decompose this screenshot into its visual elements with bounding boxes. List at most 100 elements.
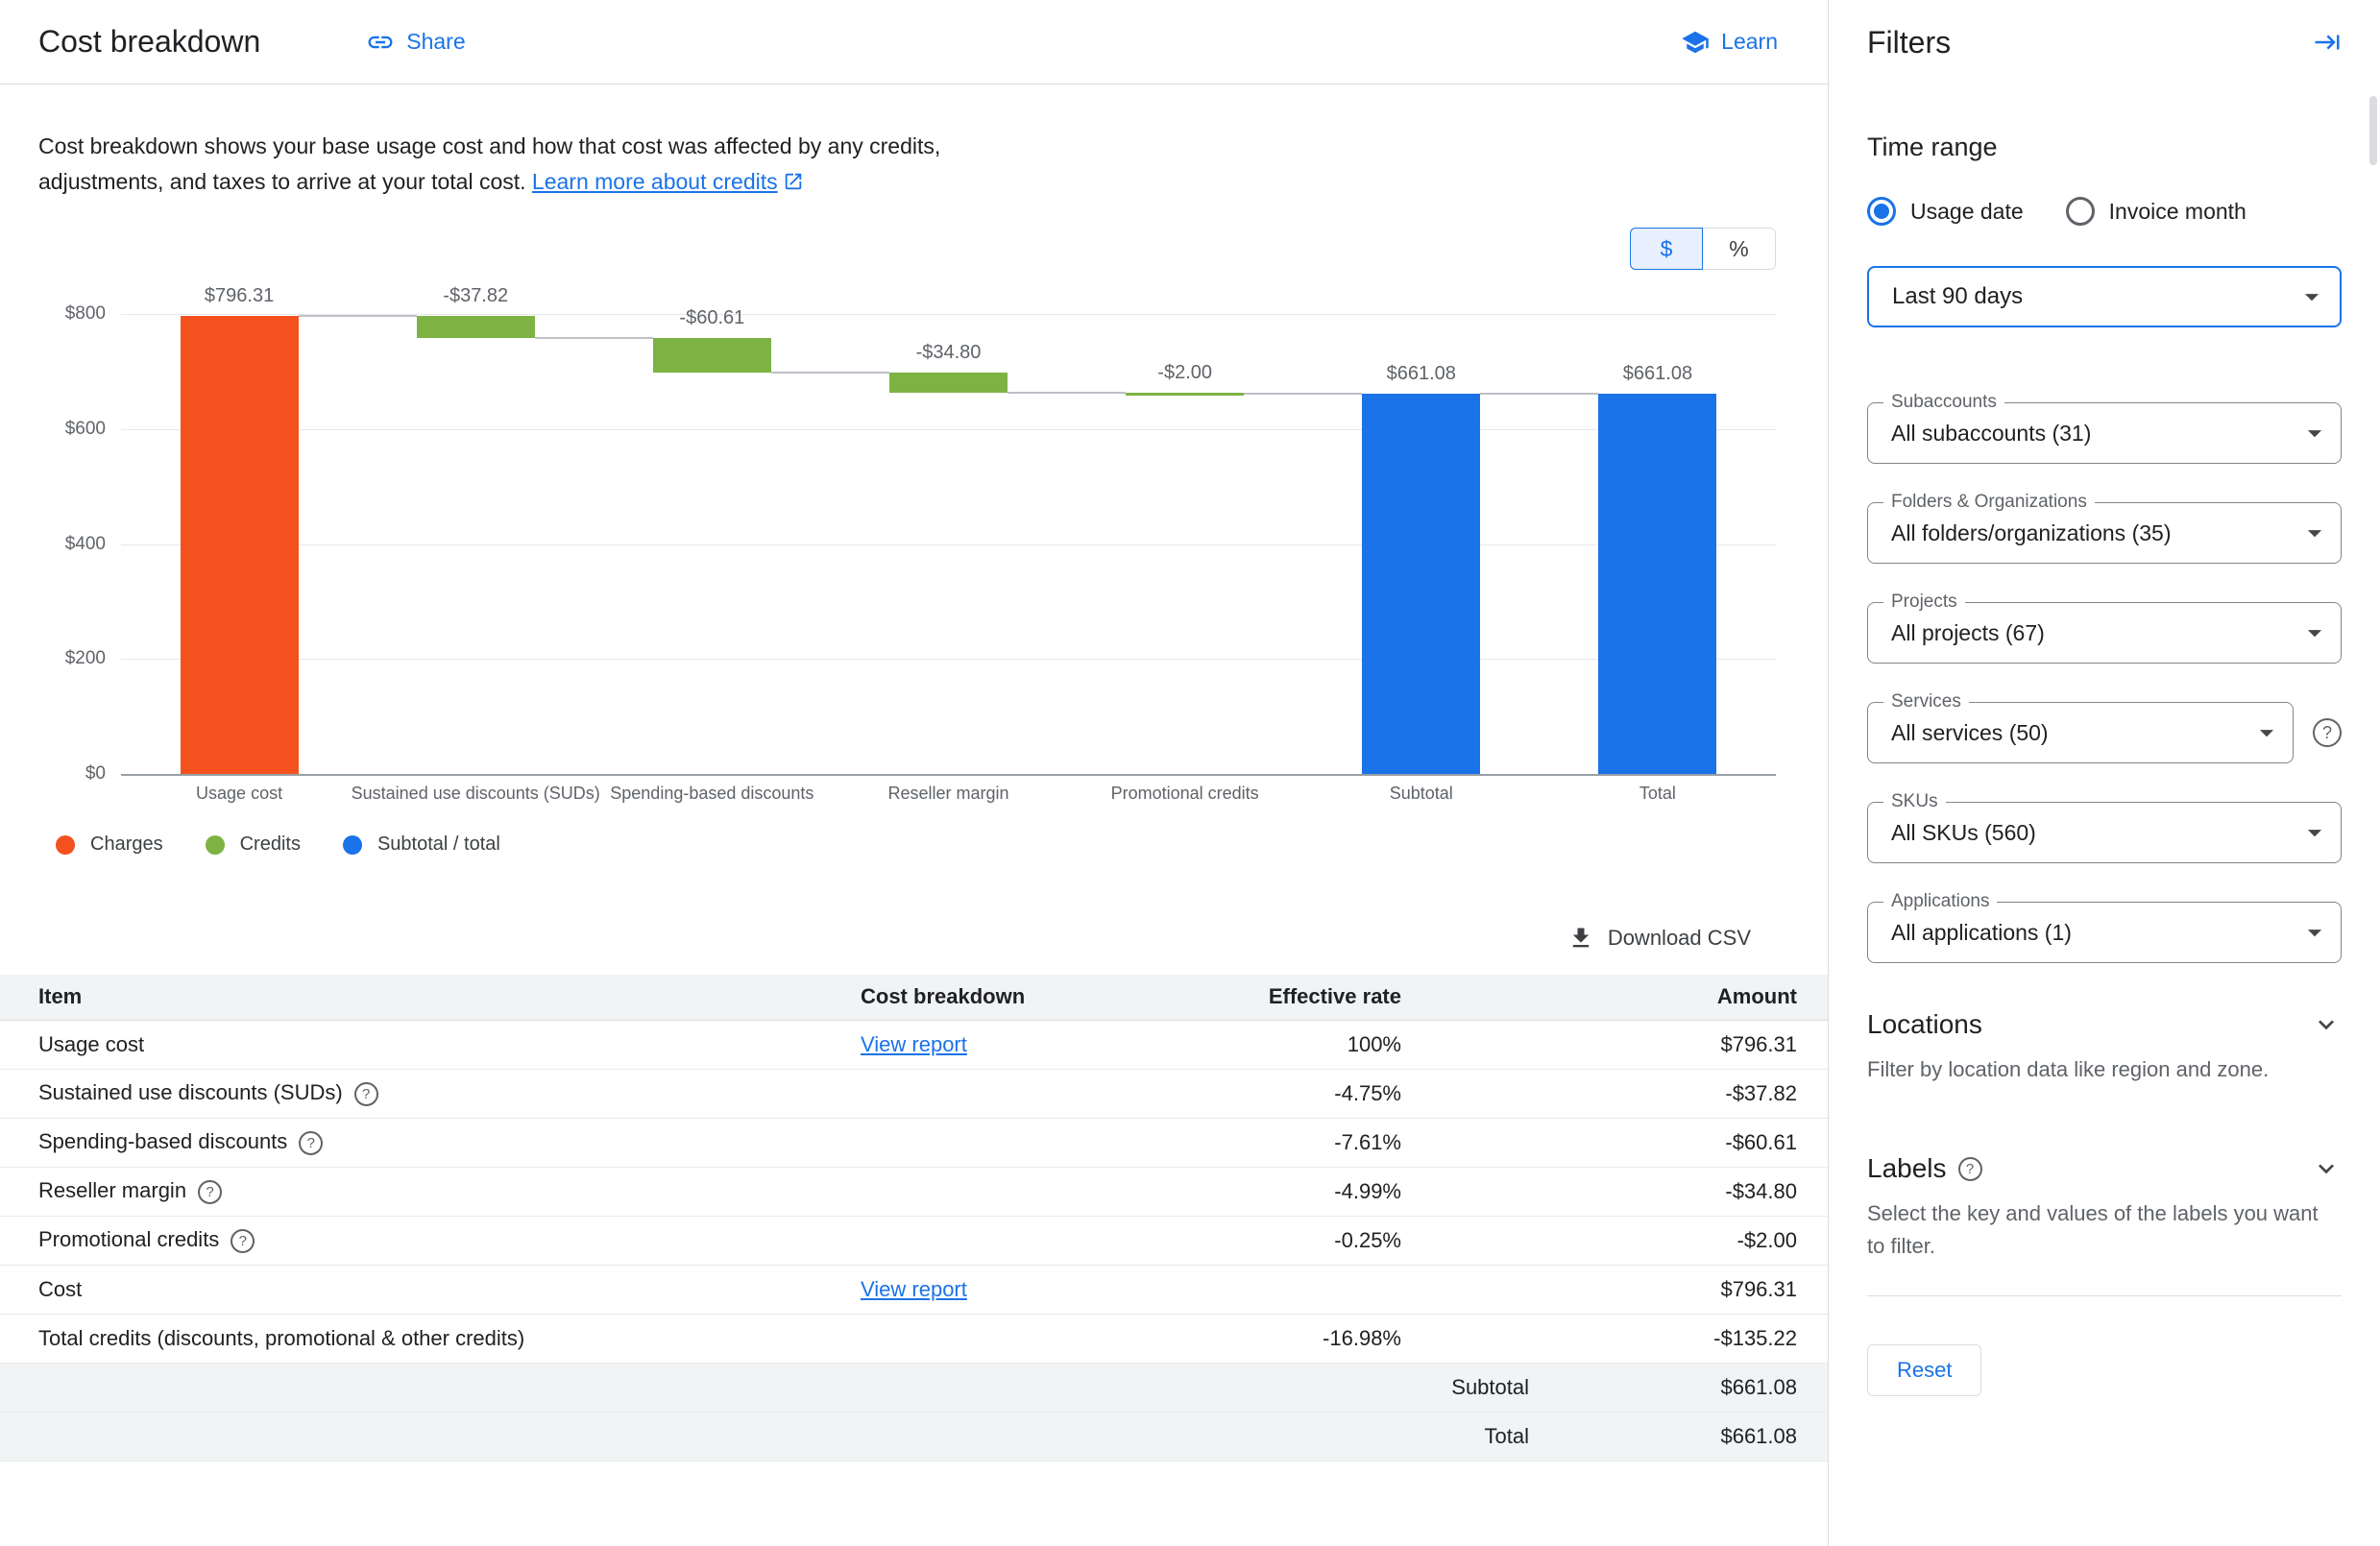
x-axis-label: Usage cost [196, 784, 282, 804]
radio-invoice-month[interactable]: Invoice month [2066, 197, 2246, 226]
learn-icon [1681, 28, 1710, 57]
dollar-toggle-button[interactable]: $ [1630, 228, 1703, 270]
sustained-use-discounts-suds-help-icon[interactable]: ? [354, 1082, 378, 1106]
time-range-radios: Usage date Invoice month [1867, 197, 2342, 226]
gridline [121, 774, 1776, 776]
table-row: CostView report$796.31 [0, 1265, 1828, 1314]
download-icon [1567, 925, 1594, 952]
view-report-link[interactable]: View report [861, 1032, 967, 1056]
radio-usage-date[interactable]: Usage date [1867, 197, 2024, 226]
labels-help-icon[interactable]: ? [1958, 1157, 1982, 1181]
field-label: Subaccounts [1883, 392, 2004, 413]
time-range-heading: Time range [1867, 133, 2342, 162]
reseller-margin-help-icon[interactable]: ? [198, 1180, 222, 1204]
radio-icon [1867, 197, 1896, 226]
main-content: Cost breakdown Share Learn Cost breakdow… [0, 0, 1828, 1546]
collapse-panel-icon[interactable] [2313, 28, 2342, 57]
bar-promotional-credits[interactable] [1126, 393, 1244, 396]
report-cell [861, 1314, 1149, 1363]
filters-header: Filters [1867, 0, 2342, 85]
learn-button[interactable]: Learn [1681, 28, 1778, 57]
dropdown-caret-icon [2295, 280, 2328, 313]
table-row: Spending-based discounts? -7.61%-$60.61 [0, 1118, 1828, 1167]
report-cell [861, 1118, 1149, 1167]
filter-field-subaccounts[interactable]: SubaccountsAll subaccounts (31) [1867, 402, 2342, 464]
view-report-link[interactable]: View report [861, 1277, 967, 1301]
y-axis-tick: $400 [65, 534, 106, 555]
legend-item: Subtotal / total [343, 833, 500, 856]
table-header-cost-breakdown: Cost breakdown [861, 975, 1149, 1020]
item-label: Promotional credits [38, 1227, 219, 1251]
locations-section[interactable]: Locations [1867, 1009, 2342, 1040]
item-label: Spending-based discounts [38, 1129, 287, 1153]
radio-icon [2066, 197, 2095, 226]
item-label: Sustained use discounts (SUDs) [38, 1080, 343, 1104]
amount-cell: $796.31 [1401, 1020, 1828, 1069]
bar-value-label: -$60.61 [606, 307, 817, 329]
filter-field-row: ApplicationsAll applications (1) [1867, 902, 2342, 963]
rate-cell: -7.61% [1149, 1118, 1401, 1167]
table-header-amount: Amount [1401, 975, 1828, 1020]
scrollbar-thumb[interactable] [2369, 96, 2377, 165]
bar-sustained-use-discounts-suds[interactable] [417, 316, 535, 338]
filter-field-services[interactable]: ServicesAll services (50) [1867, 702, 2294, 763]
group-amount: $661.08 [1529, 1375, 1828, 1400]
download-csv-button[interactable]: Download CSV [1567, 925, 1751, 952]
amount-cell: -$135.22 [1401, 1314, 1828, 1363]
filter-field-applications[interactable]: ApplicationsAll applications (1) [1867, 902, 2342, 963]
field-label: Applications [1883, 891, 1997, 912]
external-link-icon [783, 167, 804, 203]
bar-spending-based-discounts[interactable] [653, 338, 771, 373]
gridline [121, 659, 1776, 660]
filter-field-projects[interactable]: ProjectsAll projects (67) [1867, 602, 2342, 664]
bar-usage-cost[interactable] [181, 316, 299, 774]
dropdown-caret-icon [2298, 816, 2331, 849]
labels-section[interactable]: Labels ? [1867, 1153, 2342, 1184]
page-title: Cost breakdown [38, 24, 260, 60]
item-label: Total credits (discounts, promotional & … [38, 1326, 524, 1350]
bar-total[interactable] [1598, 394, 1716, 774]
filter-field-folders-organizations[interactable]: Folders & OrganizationsAll folders/organ… [1867, 502, 2342, 564]
report-cell: View report [861, 1265, 1149, 1314]
cost-breakdown-page: Cost breakdown Share Learn Cost breakdow… [0, 0, 2380, 1546]
table-header-row: Item Cost breakdown Effective rate Amoun… [0, 975, 1828, 1020]
amount-cell: -$60.61 [1401, 1118, 1828, 1167]
waterfall-connector [1480, 393, 1598, 395]
item-cell: Usage cost [0, 1020, 861, 1069]
percent-toggle-button[interactable]: % [1703, 228, 1776, 270]
radio-label: Invoice month [2109, 199, 2246, 225]
rate-cell: -16.98% [1149, 1314, 1401, 1363]
bar-subtotal[interactable] [1362, 394, 1480, 774]
y-axis-tick: $600 [65, 419, 106, 440]
share-button[interactable]: Share [366, 28, 465, 57]
legend-item: Credits [206, 833, 301, 856]
learn-label: Learn [1721, 29, 1778, 55]
legend-dot [343, 835, 362, 855]
description-text: Cost breakdown shows your base usage cos… [38, 129, 951, 203]
field-value: All SKUs (560) [1891, 820, 2298, 846]
field-label: Folders & Organizations [1883, 492, 2095, 513]
bar-value-label: $661.08 [1552, 363, 1763, 385]
filter-field-row: ServicesAll services (50)? [1867, 702, 2342, 763]
filter-field-row: Folders & OrganizationsAll folders/organ… [1867, 502, 2342, 564]
bar-reseller-margin[interactable] [889, 373, 1008, 393]
reset-button[interactable]: Reset [1867, 1344, 1981, 1396]
amount-cell: -$34.80 [1401, 1167, 1828, 1216]
learn-more-credits-link[interactable]: Learn more about credits [532, 169, 778, 194]
field-value: All applications (1) [1891, 920, 2298, 946]
spending-based-discounts-help-icon[interactable]: ? [299, 1131, 323, 1155]
group-row: Subtotal$661.08 [0, 1375, 1828, 1400]
waterfall-connector [1244, 393, 1362, 395]
group-cell: Subtotal$661.08 [0, 1363, 1828, 1412]
services-help-icon[interactable]: ? [2313, 718, 2342, 747]
filter-field-skus[interactable]: SKUsAll SKUs (560) [1867, 802, 2342, 863]
dropdown-caret-icon [2250, 716, 2283, 749]
legend-dot [56, 835, 75, 855]
group-label: Subtotal [1451, 1375, 1529, 1400]
unit-toggle: $ % [0, 228, 1828, 270]
promotional-credits-help-icon[interactable]: ? [231, 1229, 255, 1253]
table-row: Promotional credits?-0.25%-$2.00 [0, 1216, 1828, 1265]
time-range-select[interactable]: Last 90 days [1867, 266, 2342, 327]
x-axis-label: Total [1639, 784, 1676, 804]
legend-dot [206, 835, 225, 855]
